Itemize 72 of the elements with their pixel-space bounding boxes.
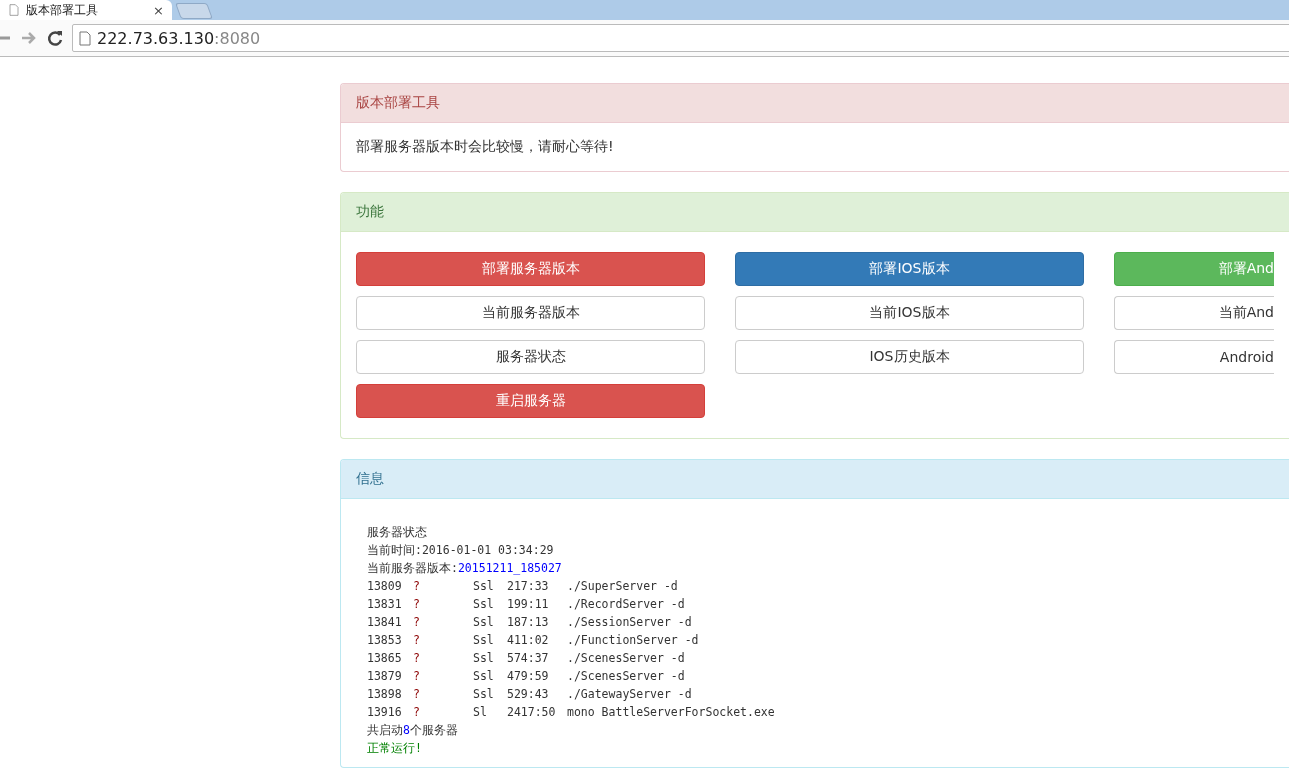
action-button[interactable]: 重启服务器 xyxy=(356,384,705,418)
close-icon[interactable]: × xyxy=(153,2,164,18)
process-time: 574:37 xyxy=(507,650,550,667)
process-command: ./SessionServer -d xyxy=(567,614,692,631)
notice-text: 部署服务器版本时会比较慢，请耐心等待! xyxy=(355,137,615,156)
status-text: 正常运行! xyxy=(367,740,422,757)
process-stat: Ssl xyxy=(473,596,495,613)
process-pid: 13853 xyxy=(367,632,403,649)
action-button[interactable]: 部署IOS版本 xyxy=(735,252,1084,286)
new-tab-button[interactable] xyxy=(175,3,213,19)
url-port: :8080 xyxy=(214,28,261,48)
process-tty: ? xyxy=(413,704,421,721)
process-time: 187:13 xyxy=(507,614,550,631)
page-icon xyxy=(79,30,91,46)
process-stat: Ssl xyxy=(473,668,495,685)
process-command: mono BattleServerForSocket.exe xyxy=(567,704,775,721)
tab-title: 版本部署工具 xyxy=(26,1,99,19)
process-command: ./ScenesServer -d xyxy=(567,668,685,685)
action-button[interactable]: Android xyxy=(1114,340,1274,374)
process-pid: 13865 xyxy=(367,650,403,667)
process-stat: Ssl xyxy=(473,650,495,667)
summary-text: 共启动 xyxy=(367,722,403,739)
version-value: 20151211_185027 xyxy=(457,560,562,577)
process-stat: Ssl xyxy=(473,578,495,595)
time-value: 2016-01-01 03:34:29 xyxy=(421,542,554,559)
process-tty: ? xyxy=(413,632,421,649)
process-tty: ? xyxy=(413,614,421,631)
server-count: 8 xyxy=(403,722,410,739)
process-tty: ? xyxy=(413,686,421,703)
action-button[interactable]: 部署服务器版本 xyxy=(356,252,705,286)
action-button[interactable]: 当前服务器版本 xyxy=(356,296,705,330)
process-time: 529:43 xyxy=(507,686,550,703)
process-pid: 13879 xyxy=(367,668,403,685)
page-icon xyxy=(8,3,20,17)
panel-heading: 功能 xyxy=(341,193,1289,232)
action-button[interactable]: 服务器状态 xyxy=(356,340,705,374)
process-stat: Ssl xyxy=(473,632,495,649)
process-stat: Ssl xyxy=(473,686,495,703)
process-command: ./GatewayServer -d xyxy=(567,686,692,703)
process-time: 411:02 xyxy=(507,632,550,649)
process-stat: Sl xyxy=(473,704,488,721)
panel-heading: 信息 xyxy=(341,460,1289,499)
version-label: 当前服务器版本: xyxy=(367,560,458,577)
process-tty: ? xyxy=(413,596,421,613)
process-time: 479:59 xyxy=(507,668,550,685)
time-label: 当前时间: xyxy=(367,542,422,559)
action-button[interactable]: 当前IOS版本 xyxy=(735,296,1084,330)
process-command: ./SuperServer -d xyxy=(567,578,678,595)
url-host: 222.73.63.130 xyxy=(97,28,215,48)
process-pid: 13841 xyxy=(367,614,403,631)
process-tty: ? xyxy=(413,578,421,595)
process-pid: 13916 xyxy=(367,704,403,721)
process-time: 2417:50 xyxy=(507,704,557,721)
action-button[interactable]: IOS历史版本 xyxy=(735,340,1084,374)
process-command: ./ScenesServer -d xyxy=(567,650,685,667)
process-tty: ? xyxy=(413,650,421,667)
process-pid: 13831 xyxy=(367,596,403,613)
summary-text: 个服务器 xyxy=(409,722,458,739)
process-command: ./FunctionServer -d xyxy=(567,632,699,649)
panel-heading: 版本部署工具 xyxy=(341,84,1289,123)
action-button[interactable]: 当前And xyxy=(1114,296,1274,330)
process-command: ./RecordServer -d xyxy=(567,596,685,613)
process-time: 217:33 xyxy=(507,578,550,595)
process-time: 199:11 xyxy=(507,596,550,613)
process-pid: 13898 xyxy=(367,686,403,703)
status-heading: 服务器状态 xyxy=(367,524,427,541)
process-pid: 13809 xyxy=(367,578,403,595)
address-bar[interactable]: 222.73.63.130:8080 xyxy=(72,24,1289,52)
process-tty: ? xyxy=(413,668,421,685)
browser-tab[interactable]: 版本部署工具 × xyxy=(0,0,172,20)
process-stat: Ssl xyxy=(473,614,495,631)
reload-icon[interactable] xyxy=(46,29,64,47)
